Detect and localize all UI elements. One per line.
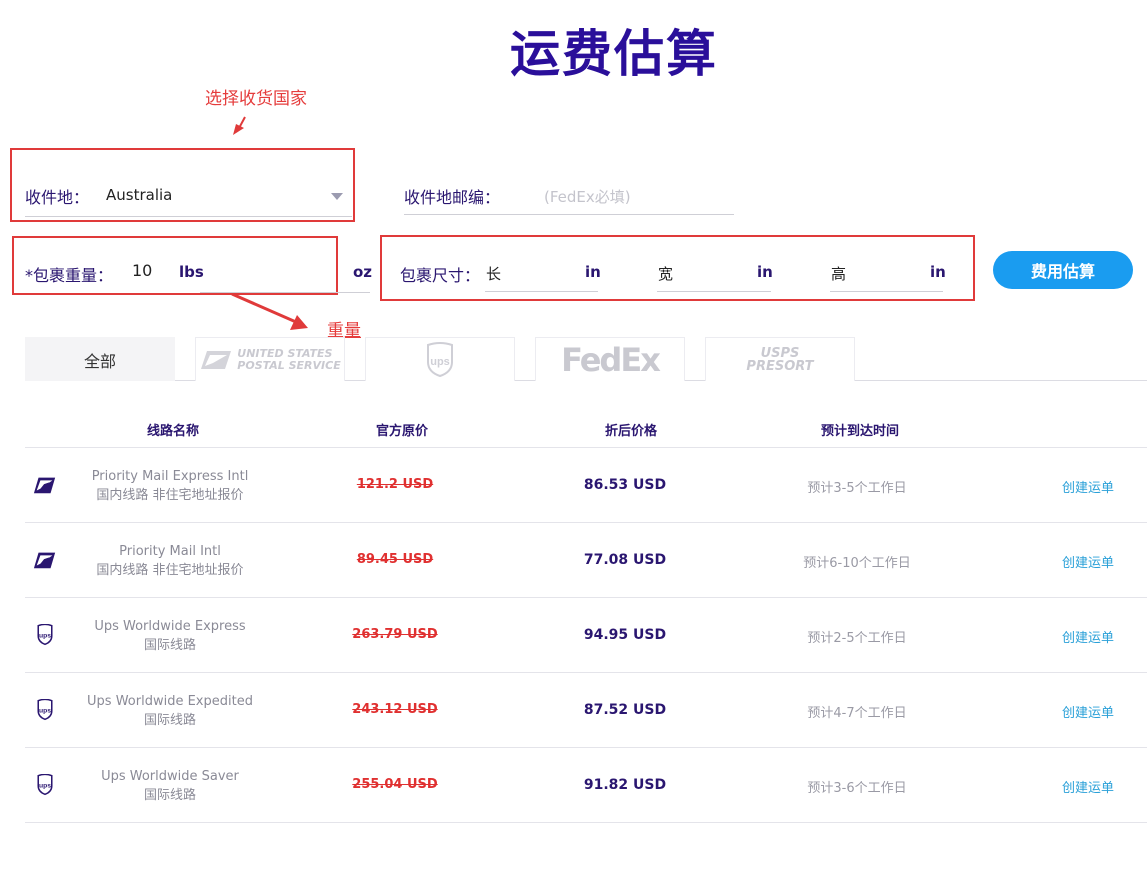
zip-label: 收件地邮编：: [404, 188, 501, 207]
table-row: Ups Worldwide Expedited 国际线路 243.12 USD 87.…: [25, 673, 1147, 748]
eta: 预计3-6个工作日: [807, 781, 907, 796]
route-name: Priority Mail Intl: [119, 544, 221, 559]
create-shipment-link[interactable]: 创建运单: [1062, 777, 1114, 796]
width-input[interactable]: 宽: [658, 263, 673, 284]
route-subtitle: 国内线路 非住宅地址报价: [96, 488, 244, 503]
discount-price: 91.82 USD: [583, 777, 667, 793]
original-price: 263.79 USD: [352, 627, 438, 642]
width-unit: in: [757, 263, 773, 281]
tab-ups[interactable]: ups: [365, 337, 515, 381]
header-discount-price: 折后价格: [604, 424, 658, 439]
presort-logo-line1: USPS: [760, 345, 800, 361]
original-price: 121.2 USD: [356, 477, 434, 492]
fedex-logo-fed: Fed: [561, 340, 622, 379]
rates-table-header: 线路名称 官方原价 折后价格 预计到达时间: [25, 410, 1147, 448]
height-unit: in: [930, 263, 946, 281]
usps-logo-line1: UNITED STATES: [237, 346, 333, 360]
route-name: Ups Worldwide Saver: [101, 769, 239, 784]
eta: 预计6-10个工作日: [803, 556, 911, 571]
ups-logo-icon: ups: [427, 341, 453, 377]
weight-input[interactable]: 10: [132, 261, 152, 280]
usps-eagle-icon: [33, 477, 56, 494]
discount-price: 94.95 USD: [583, 627, 667, 643]
header-route: 线路名称: [146, 424, 200, 439]
weight-unit-lbs: lbs: [179, 263, 204, 281]
tab-all[interactable]: 全部: [25, 337, 175, 381]
original-price: 243.12 USD: [352, 702, 438, 717]
usps-eagle-icon: [33, 552, 56, 569]
tab-fedex[interactable]: FedEx: [535, 337, 685, 381]
route-cell: Ups Worldwide Saver 国际线路: [101, 767, 239, 805]
route-subtitle: 国际线路: [143, 638, 197, 653]
tab-usps-presort[interactable]: USPS PRESORT: [705, 337, 855, 381]
destination-select[interactable]: Australia: [106, 186, 351, 204]
length-input[interactable]: 长: [486, 263, 501, 284]
size-label: 包裹尺寸：: [400, 266, 481, 285]
route-subtitle: 国际线路: [143, 713, 197, 728]
route-name: Priority Mail Express Intl: [91, 469, 249, 484]
zip-input[interactable]: (FedEx必填): [544, 186, 631, 207]
route-name: Ups Worldwide Expedited: [87, 694, 253, 709]
route-name: Ups Worldwide Express: [94, 619, 246, 634]
header-eta: 预计到达时间: [820, 424, 900, 439]
route-subtitle: 国内线路 非住宅地址报价: [96, 563, 244, 578]
table-row: Ups Worldwide Express 国际线路 263.79 USD 94.95…: [25, 598, 1147, 673]
create-shipment-link[interactable]: 创建运单: [1062, 552, 1114, 571]
ups-logo-text: ups: [430, 356, 450, 368]
table-row: Priority Mail Express Intl 国内线路 非住宅地址报价 12…: [25, 448, 1147, 523]
annotation-select-country: 选择收货国家: [205, 89, 307, 109]
destination-label: 收件地：: [25, 188, 90, 207]
weight-label: *包裹重量：: [25, 266, 114, 285]
estimate-button[interactable]: 费用估算: [993, 251, 1133, 289]
usps-logo-line2: POSTAL SERVICE: [237, 358, 341, 372]
presort-logo-line2: PRESORT: [746, 358, 814, 374]
discount-price: 86.53 USD: [583, 477, 667, 493]
route-cell: Priority Mail Express Intl 国内线路 非住宅地址报价: [92, 467, 249, 505]
ups-shield-icon: [37, 699, 53, 721]
page-title: 运费估算: [510, 25, 718, 83]
table-row: Priority Mail Intl 国内线路 非住宅地址报价 89.45 USD 7…: [25, 523, 1147, 598]
create-shipment-link[interactable]: 创建运单: [1062, 477, 1114, 496]
route-cell: Ups Worldwide Expedited 国际线路: [87, 692, 253, 730]
route-subtitle: 国际线路: [143, 788, 196, 803]
tab-usps[interactable]: UNITED STATES POSTAL SERVICE: [195, 337, 345, 381]
eta: 预计4-7个工作日: [807, 706, 907, 721]
discount-price: 77.08 USD: [583, 552, 667, 568]
original-price: 255.04 USD: [352, 777, 438, 792]
height-input[interactable]: 高: [831, 263, 846, 284]
eta: 预计3-5个工作日: [807, 481, 907, 496]
ups-shield-icon: [37, 774, 53, 796]
eta: 预计2-5个工作日: [807, 631, 907, 646]
create-shipment-link[interactable]: 创建运单: [1062, 627, 1114, 646]
usps-eagle-icon: [201, 350, 232, 369]
header-original-price: 官方原价: [375, 424, 429, 439]
route-cell: Priority Mail Intl 国内线路 非住宅地址报价: [96, 542, 243, 580]
tab-all-label: 全部: [83, 351, 116, 371]
length-unit: in: [585, 263, 601, 281]
table-row: Ups Worldwide Saver 国际线路 255.04 USD 91.82 U…: [25, 748, 1147, 823]
carrier-tabs: 全部 UNITED STATES POSTAL SERVICE ups FedE…: [25, 337, 1147, 381]
weight-unit-oz: oz: [353, 263, 373, 281]
discount-price: 87.52 USD: [583, 702, 667, 718]
original-price: 89.45 USD: [356, 552, 434, 567]
route-cell: Ups Worldwide Express 国际线路: [94, 617, 245, 655]
chevron-down-icon[interactable]: [331, 193, 343, 200]
ups-shield-icon: [37, 624, 53, 646]
fedex-logo-ex: Ex: [620, 340, 660, 379]
create-shipment-link[interactable]: 创建运单: [1062, 702, 1114, 721]
